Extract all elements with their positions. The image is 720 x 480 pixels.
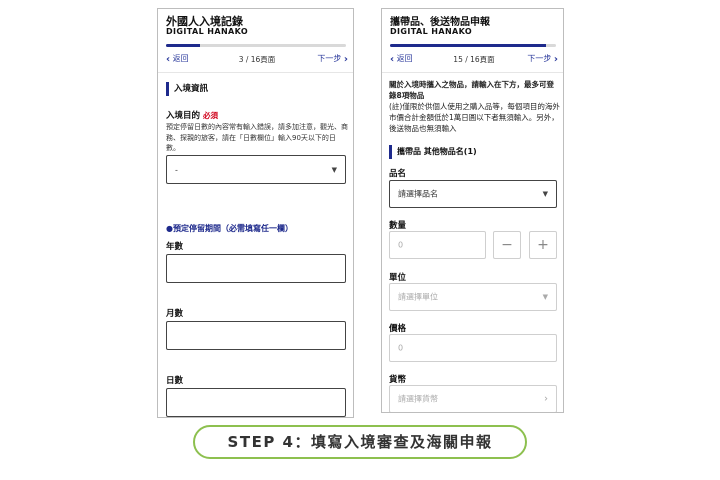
page-title: 攜帶品、後送物品申報 bbox=[390, 17, 490, 28]
currency-select[interactable]: 請選擇貨幣 › bbox=[389, 385, 557, 412]
quantity-label: 數量 bbox=[389, 221, 407, 231]
header-divider bbox=[158, 72, 353, 73]
caret-down-icon: ▼ bbox=[331, 165, 337, 174]
progress-bar bbox=[390, 44, 556, 47]
progress-bar bbox=[166, 44, 346, 47]
intro-text: 關於入境時攜入之物品，請輸入在下方，最多可登錄8項物品 (註)僅限於供個人使用之… bbox=[389, 79, 561, 134]
stay-period-note: ●預定停留期間（必需填寫任一欄） bbox=[166, 224, 293, 233]
price-label: 價格 bbox=[389, 324, 407, 334]
minus-icon: − bbox=[501, 237, 513, 253]
unit-select[interactable]: 請選擇單位 ▼ bbox=[389, 283, 557, 311]
app-name: DIGITAL HANAKO bbox=[390, 27, 473, 36]
increment-button[interactable]: + bbox=[529, 231, 557, 259]
header-divider bbox=[382, 72, 563, 73]
months-label: 月數 bbox=[166, 309, 184, 319]
immigration-record-screen: 外國人入境記錄 DIGITAL HANAKO ‹ 返回 3 / 16頁面 下一步… bbox=[157, 8, 354, 418]
years-label: 年數 bbox=[166, 242, 184, 252]
progress-fill bbox=[390, 44, 547, 47]
app-name: DIGITAL HANAKO bbox=[166, 27, 249, 36]
chevron-right-icon: › bbox=[343, 54, 348, 65]
page-nav: ‹ 返回 15 / 16頁面 下一步 › bbox=[390, 53, 558, 67]
days-input[interactable] bbox=[166, 388, 346, 417]
item-select[interactable]: 請選擇品名 ▼ bbox=[389, 180, 557, 208]
days-label: 日數 bbox=[166, 376, 184, 386]
price-input[interactable]: 0 bbox=[389, 334, 557, 362]
progress-fill bbox=[166, 44, 201, 47]
item-label: 品名 bbox=[389, 169, 407, 179]
months-input[interactable] bbox=[166, 321, 346, 350]
chevron-right-icon: › bbox=[544, 393, 548, 405]
section-heading: 攜帶品 其他物品名(1) bbox=[389, 145, 477, 159]
page-nav: ‹ 返回 3 / 16頁面 下一步 › bbox=[166, 53, 348, 67]
next-button[interactable]: 下一步 › bbox=[527, 53, 558, 65]
purpose-select[interactable]: - ▼ bbox=[166, 155, 346, 184]
section-heading: 入境資訊 bbox=[166, 82, 208, 96]
caret-down-icon: ▼ bbox=[542, 190, 548, 198]
currency-label: 貨幣 bbox=[389, 375, 407, 385]
decrement-button[interactable]: − bbox=[493, 231, 521, 259]
plus-icon: + bbox=[537, 237, 549, 253]
purpose-label: 入境目的 必須 bbox=[166, 111, 219, 121]
required-badge: 必須 bbox=[203, 111, 219, 120]
caret-down-icon: ▼ bbox=[542, 293, 548, 301]
step-banner: STEP 4：填寫入境審查及海關申報 bbox=[193, 425, 527, 459]
purpose-help-text: 預定停留日數的內容常有輸入錯誤，請多加注意，觀光、商務、探親的旅客，請在「日數欄… bbox=[166, 123, 348, 152]
intro-heading: 關於入境時攜入之物品，請輸入在下方，最多可登錄8項物品 bbox=[389, 80, 554, 100]
years-input[interactable] bbox=[166, 254, 346, 283]
unit-label: 單位 bbox=[389, 273, 407, 283]
next-button[interactable]: 下一步 › bbox=[317, 53, 348, 65]
chevron-right-icon: › bbox=[553, 54, 558, 65]
intro-note: (註)僅限於供個人使用之購入品等，每個項目的海外市價合計金額低於1萬日圓以下者無… bbox=[389, 102, 560, 133]
customs-declaration-screen: 攜帶品、後送物品申報 DIGITAL HANAKO ‹ 返回 15 / 16頁面… bbox=[381, 8, 564, 413]
quantity-input[interactable]: 0 bbox=[389, 231, 486, 259]
